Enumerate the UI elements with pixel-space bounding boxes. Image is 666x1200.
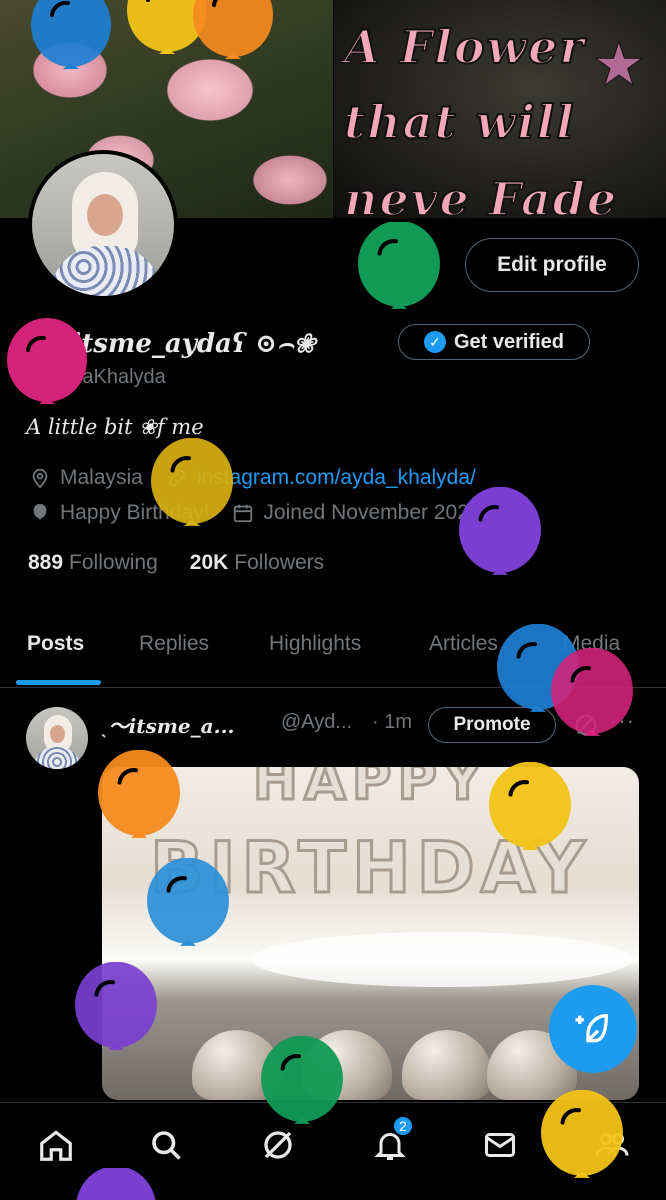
followers-count: 20K xyxy=(189,551,229,574)
balloon-icon xyxy=(151,438,233,526)
tab-replies[interactable]: Replies xyxy=(139,632,209,656)
balloon-icon xyxy=(31,0,111,69)
balloon-icon xyxy=(358,222,440,309)
home-icon[interactable] xyxy=(34,1123,78,1167)
tab-articles[interactable]: Articles xyxy=(429,632,498,656)
balloon-icon xyxy=(7,318,87,404)
get-verified-button[interactable]: ✓ Get verified xyxy=(398,324,590,360)
location-text: Malaysia xyxy=(60,466,143,489)
website-link[interactable]: instagram.com/ayda_khalyda/ xyxy=(197,466,476,490)
tab-posts[interactable]: Posts xyxy=(27,632,84,656)
get-verified-label: Get verified xyxy=(453,330,565,353)
banner-text-line: neve Fade xyxy=(343,171,619,218)
tab-highlights[interactable]: Highlights xyxy=(269,632,361,656)
followers-label: Followers xyxy=(234,551,325,574)
balloon-icon xyxy=(98,750,180,838)
verified-badge-icon: ✓ xyxy=(423,331,446,353)
post-author-name[interactable]: ˎ〜itsme_a... xyxy=(102,710,235,739)
balloon-icon xyxy=(28,501,52,525)
banner-text-line: that will xyxy=(343,94,576,150)
post-author-handle[interactable]: @Ayd... xyxy=(281,711,352,734)
balloon-icon xyxy=(75,962,157,1050)
search-icon[interactable] xyxy=(144,1123,188,1167)
balloon-icon xyxy=(193,0,273,59)
following-count: 889 xyxy=(28,551,64,574)
joined-text: Joined November 2020 xyxy=(263,501,481,524)
balloon-icon xyxy=(76,1168,156,1200)
mail-icon[interactable] xyxy=(478,1123,522,1167)
balloon-icon xyxy=(489,762,571,850)
active-tab-indicator xyxy=(16,680,101,685)
following-link[interactable]: 889 Following xyxy=(28,551,158,575)
balloon-icon xyxy=(551,648,633,736)
following-label: Following xyxy=(69,551,158,574)
post-time: · 1m xyxy=(372,711,412,733)
balloon-icon xyxy=(147,858,229,946)
balloon-icon xyxy=(541,1090,623,1178)
balloon-icon xyxy=(459,487,541,575)
compose-post-button[interactable] xyxy=(549,985,637,1073)
edit-profile-button[interactable]: Edit profile xyxy=(465,238,639,292)
followers-link[interactable]: 20K Followers xyxy=(190,551,324,575)
profile-avatar[interactable] xyxy=(28,150,178,300)
star-icon: ★ xyxy=(592,31,647,99)
notification-count-badge: 2 xyxy=(392,1115,414,1137)
post-avatar[interactable] xyxy=(26,707,88,769)
balloon-icon xyxy=(261,1036,343,1124)
calendar-icon xyxy=(231,501,255,525)
banner-text-line: A Flower xyxy=(343,19,586,75)
location-pin-icon xyxy=(28,466,52,490)
location-item: Malaysia xyxy=(28,466,143,490)
joined-item: Joined November 2020 xyxy=(231,501,481,525)
feather-plus-icon xyxy=(575,1013,609,1043)
